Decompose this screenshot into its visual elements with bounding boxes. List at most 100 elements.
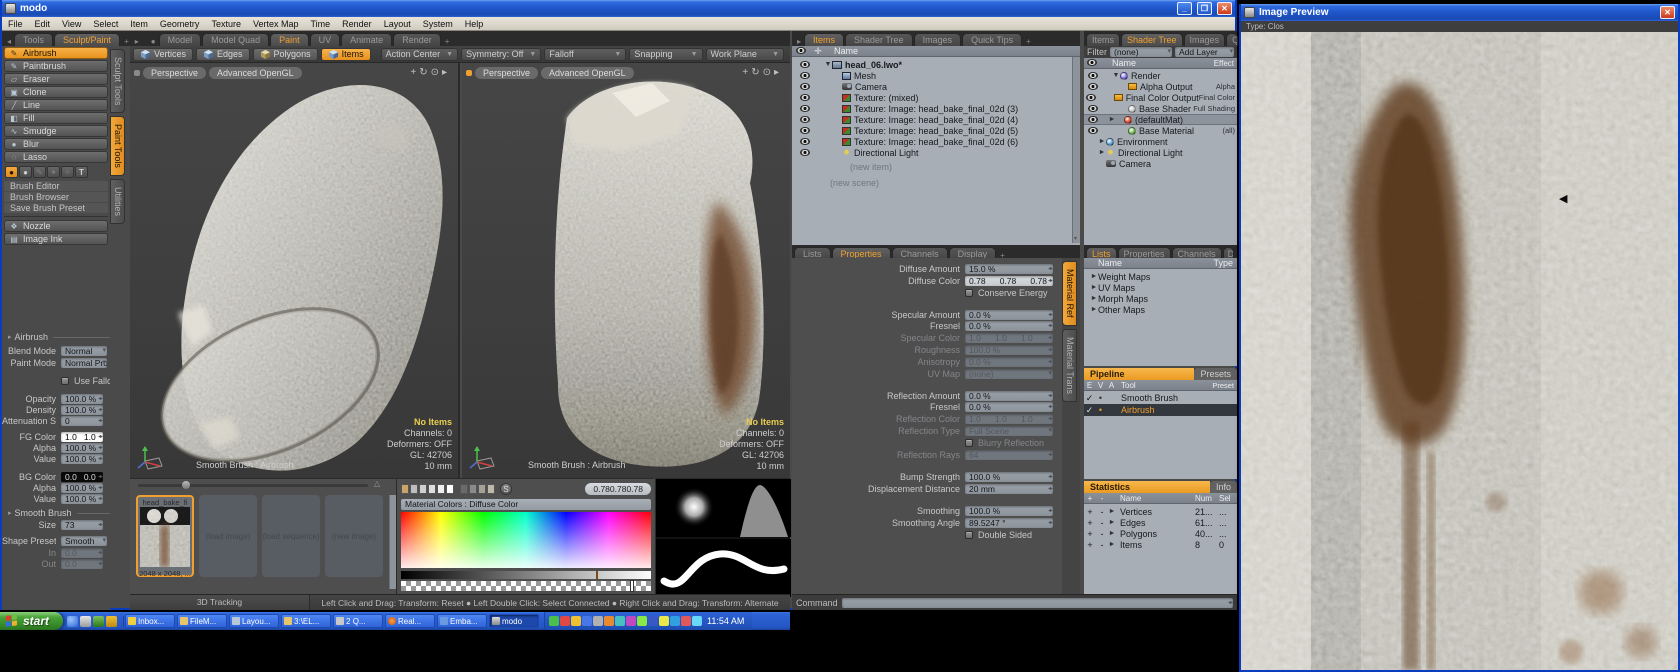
- paint-mode-select[interactable]: Normal Proj ...: [61, 358, 107, 368]
- taskbar-button-modo[interactable]: modo: [489, 614, 539, 628]
- shader-row-environment[interactable]: ►Environment: [1084, 136, 1237, 147]
- conserve-energy-checkbox[interactable]: [965, 289, 973, 297]
- reflection-color-field[interactable]: 1.0 1.0 1.0: [965, 414, 1053, 424]
- menu-time[interactable]: Time: [304, 19, 336, 29]
- save-brush-preset-link[interactable]: Save Brush Preset: [4, 203, 108, 213]
- viewport-right[interactable]: Perspective Advanced OpenGL +↻⊙▸ Smooth …: [462, 63, 790, 478]
- item-row-texture-5[interactable]: Texture: Image: head_bake_final_02d (5): [792, 125, 1080, 136]
- vtab-sculpt-tools[interactable]: Sculpt Tools: [110, 49, 125, 113]
- statistics-header[interactable]: Statistics: [1084, 481, 1210, 493]
- shader-row-final-color-output[interactable]: Final Color OutputFinal Color: [1084, 92, 1237, 103]
- menu-render[interactable]: Render: [336, 19, 378, 29]
- expand-icon[interactable]: ►: [1090, 295, 1098, 302]
- taskbar-button-quark[interactable]: 2 Q...: [333, 614, 383, 628]
- stat-row-edges[interactable]: +-►Edges61......: [1084, 517, 1237, 528]
- work-plane-dropdown[interactable]: Work Plane▼: [706, 48, 784, 61]
- menu-select[interactable]: Select: [87, 19, 124, 29]
- preview-titlebar[interactable]: Image Preview ✕: [1241, 4, 1678, 21]
- vtab-paint-tools[interactable]: Paint Tools: [110, 116, 125, 176]
- swatch-store-button[interactable]: S: [500, 483, 512, 495]
- menu-edit[interactable]: Edit: [29, 19, 57, 29]
- specular-amount-field[interactable]: 0.0 %: [965, 310, 1053, 320]
- eye-icon[interactable]: [1088, 127, 1098, 134]
- shader-row-alpha-output[interactable]: Alpha OutputAlpha: [1084, 81, 1237, 92]
- shape-preset-select[interactable]: Smooth: [61, 536, 107, 546]
- tool-lasso[interactable]: ◌Lasso: [4, 151, 108, 163]
- preview-canvas[interactable]: ◀: [1241, 32, 1678, 670]
- blend-mode-select[interactable]: Normal: [61, 346, 107, 356]
- expand-icon[interactable]: ▼: [824, 61, 832, 68]
- use-falloff-checkbox[interactable]: [61, 377, 69, 385]
- eye-icon[interactable]: [1086, 94, 1096, 101]
- quick-launch-icon[interactable]: [67, 616, 78, 627]
- tab-images2[interactable]: Images: [1184, 33, 1226, 46]
- tab-items[interactable]: Items: [804, 33, 844, 46]
- menu-system[interactable]: System: [417, 19, 459, 29]
- tool-fill[interactable]: ◧Fill: [4, 112, 108, 124]
- add-panel-tab-icon[interactable]: +: [1023, 37, 1034, 46]
- eye-icon[interactable]: [1088, 105, 1098, 112]
- color-swatch[interactable]: [428, 484, 436, 494]
- tool-blur[interactable]: ●Blur: [4, 138, 108, 150]
- tray-icon[interactable]: [692, 616, 702, 626]
- bg-value-field[interactable]: 100.0 %: [61, 494, 103, 504]
- uv-map-select[interactable]: (none): [965, 369, 1053, 379]
- shader-row-render[interactable]: ▼Render: [1084, 70, 1237, 81]
- color-swatch[interactable]: [487, 484, 495, 494]
- remove-from-selection-icon[interactable]: -: [1096, 518, 1108, 528]
- menu-geometry[interactable]: Geometry: [154, 19, 206, 29]
- shader-row-base-material[interactable]: Base Material(all): [1084, 125, 1237, 136]
- enabled-check-icon[interactable]: ✓: [1084, 393, 1095, 404]
- tray-icon[interactable]: [615, 616, 625, 626]
- list-row-other-maps[interactable]: ►Other Maps: [1084, 304, 1237, 315]
- menu-vertex-map[interactable]: Vertex Map: [247, 19, 305, 29]
- remove-from-selection-icon[interactable]: -: [1096, 529, 1108, 539]
- tool-image-ink[interactable]: ▤Image Ink: [4, 233, 108, 245]
- tool-clone[interactable]: ▣Clone: [4, 86, 108, 98]
- anisotropy-field[interactable]: 0.0 %: [965, 357, 1053, 367]
- color-swatch[interactable]: [410, 484, 418, 494]
- type-column-header[interactable]: Type: [1213, 258, 1237, 268]
- visible-dot-icon[interactable]: •: [1095, 405, 1106, 415]
- stat-row-polygons[interactable]: +-►Polygons40......: [1084, 528, 1237, 539]
- pipeline-header[interactable]: Pipeline: [1084, 368, 1194, 380]
- bg-color-field[interactable]: 0.0 0.0 0.0: [61, 472, 103, 482]
- expand-icon[interactable]: ►: [1108, 116, 1116, 123]
- expand-icon[interactable]: ►: [1090, 306, 1098, 313]
- mode-polygons[interactable]: Polygons: [253, 48, 318, 61]
- picker-mode-header[interactable]: Material Colors : Diffuse Color: [401, 499, 651, 510]
- zoom-icon[interactable]: ⊙: [763, 67, 774, 78]
- viewport-active-dot[interactable]: [466, 70, 472, 76]
- thumbnail-size-slider[interactable]: △: [138, 484, 368, 487]
- displacement-distance-field[interactable]: 20 mm: [965, 484, 1053, 494]
- remove-from-selection-icon[interactable]: -: [1096, 507, 1108, 517]
- viewport-left[interactable]: Perspective Advanced OpenGL +↻⊙▸ Smooth …: [130, 63, 460, 478]
- items-tree-scrollbar[interactable]: ▾: [1072, 57, 1080, 243]
- bump-strength-field[interactable]: 100.0 %: [965, 472, 1053, 482]
- menu-layout[interactable]: Layout: [378, 19, 417, 29]
- new-scene-row[interactable]: (new scene): [792, 177, 1080, 188]
- bg-alpha-field[interactable]: 100.0 %: [61, 483, 103, 493]
- vtab-utilities[interactable]: Utilities: [110, 179, 125, 224]
- double-sided-checkbox[interactable]: [965, 531, 973, 539]
- tool-nozzle[interactable]: ❖Nozzle: [4, 220, 108, 232]
- diffuse-color-field[interactable]: 0.78 0.78 0.78: [965, 276, 1053, 286]
- alpha-checker-bar[interactable]: [401, 581, 651, 591]
- viewport-menu-icon[interactable]: ▸: [442, 67, 450, 78]
- expand-icon[interactable]: ▼: [1112, 72, 1120, 79]
- vtab-material-trans[interactable]: Material Trans: [1062, 329, 1077, 402]
- rotate-icon[interactable]: ↻: [419, 67, 430, 78]
- tray-icon[interactable]: [571, 616, 581, 626]
- tray-icon[interactable]: [681, 616, 691, 626]
- eye-icon[interactable]: [800, 94, 810, 101]
- menu-help[interactable]: Help: [459, 19, 490, 29]
- vtab-material-ref[interactable]: Material Ref: [1062, 261, 1077, 326]
- item-row-texture-6[interactable]: Texture: Image: head_bake_final_02d (6): [792, 136, 1080, 147]
- taskbar-button-layout[interactable]: Layou...: [229, 614, 279, 628]
- reflection-rays-field[interactable]: 64: [965, 450, 1053, 460]
- add-to-selection-icon[interactable]: +: [1084, 529, 1096, 539]
- list-row-uv-maps[interactable]: ►UV Maps: [1084, 282, 1237, 293]
- add-to-selection-icon[interactable]: +: [1084, 507, 1096, 517]
- tab-paint[interactable]: Paint: [270, 33, 309, 46]
- pan-icon[interactable]: +: [410, 67, 419, 78]
